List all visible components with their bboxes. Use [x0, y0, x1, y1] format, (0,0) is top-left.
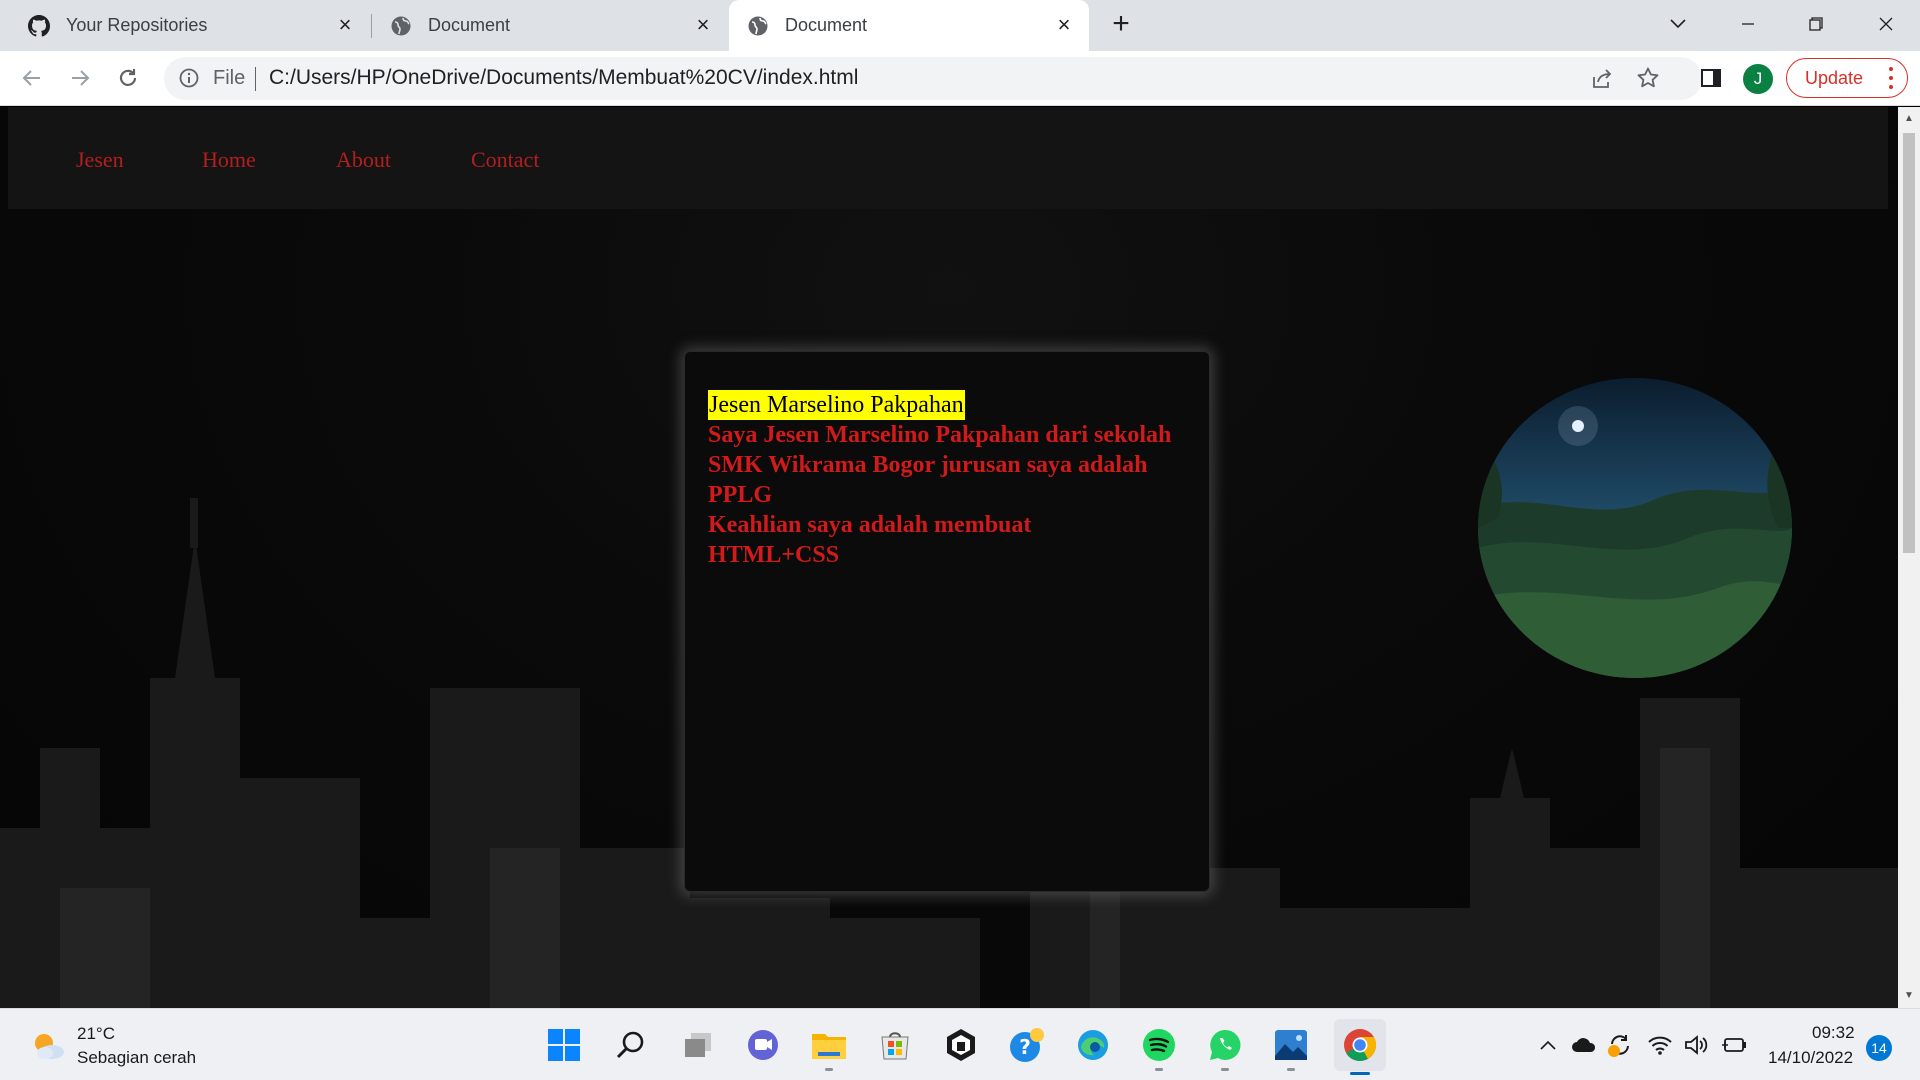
notification-badge[interactable]: 14	[1866, 1035, 1892, 1061]
close-tab-icon[interactable]: ×	[334, 14, 356, 36]
show-hidden-icons-icon[interactable]	[1534, 1031, 1562, 1059]
taskbar: 21°C Sebagian cerah ? 09:32 14/10/2022 1…	[0, 1008, 1920, 1080]
profile-name: Jesen Marselino Pakpahan	[708, 390, 965, 420]
page-viewport: Jesen Home About Contact Jesen Marselino…	[0, 107, 1898, 1008]
close-tab-icon[interactable]: ×	[692, 14, 714, 36]
running-indicator	[1350, 1072, 1370, 1075]
nav-link-contact[interactable]: Contact	[471, 147, 539, 173]
tab-strip: Your Repositories × Document × Document …	[0, 0, 1920, 51]
running-indicator	[1221, 1068, 1229, 1071]
running-indicator	[825, 1068, 833, 1071]
start-icon[interactable]	[542, 1023, 586, 1067]
tab-title: Document	[785, 15, 868, 35]
edge-icon[interactable]	[1071, 1023, 1115, 1067]
restore-icon[interactable]	[1800, 8, 1832, 40]
forward-icon[interactable]	[64, 62, 96, 94]
chrome-icon[interactable]	[1334, 1019, 1386, 1075]
task-view-icon[interactable]	[676, 1023, 720, 1067]
clock-time[interactable]: 09:32	[1812, 1023, 1855, 1043]
onedrive-icon[interactable]	[1570, 1031, 1598, 1059]
profile-card: Jesen Marselino Pakpahan Saya Jesen Mars…	[684, 351, 1210, 892]
reload-icon[interactable]	[112, 62, 144, 94]
back-icon[interactable]	[16, 62, 48, 94]
update-button[interactable]: Update	[1786, 58, 1908, 98]
weather-description[interactable]: Sebagian cerah	[77, 1048, 196, 1068]
new-tab-button[interactable]: +	[1106, 9, 1136, 40]
nav-link-home[interactable]: Home	[202, 147, 256, 173]
clock-date[interactable]: 14/10/2022	[1768, 1048, 1853, 1068]
profile-text: Saya Jesen Marselino Pakpahan dari sekol…	[708, 420, 1198, 570]
tab-document-active[interactable]: Document ×	[729, 0, 1089, 51]
side-panel-icon[interactable]	[1695, 62, 1727, 94]
globe-icon	[390, 15, 412, 37]
profile-description: Saya Jesen Marselino Pakpahan dari sekol…	[708, 422, 1172, 508]
running-indicator	[1287, 1068, 1295, 1071]
weather-icon[interactable]	[30, 1031, 66, 1061]
tab-title: Your Repositories	[66, 15, 208, 35]
scroll-thumb[interactable]	[1903, 133, 1915, 553]
app-icon[interactable]	[939, 1023, 983, 1067]
weather-temperature[interactable]: 21°C	[77, 1024, 115, 1044]
site-navbar: Jesen Home About Contact	[8, 107, 1888, 209]
nav-link-about[interactable]: About	[336, 147, 391, 173]
browser-toolbar: File C:/Users/HP/OneDrive/Documents/Memb…	[0, 51, 1920, 106]
more-menu-icon[interactable]	[1889, 67, 1893, 89]
page-scrollbar[interactable]: ▲ ▼	[1898, 107, 1920, 1008]
nav-link-jesen[interactable]: Jesen	[76, 147, 124, 173]
running-indicator	[1155, 1068, 1163, 1071]
profile-photo	[1478, 378, 1792, 678]
globe-icon	[747, 15, 769, 37]
tab-your-repositories[interactable]: Your Repositories ×	[0, 0, 370, 51]
address-scheme: File	[213, 67, 246, 89]
tab-document[interactable]: Document ×	[372, 0, 728, 51]
spotify-icon[interactable]	[1137, 1023, 1181, 1071]
sync-icon[interactable]	[1606, 1031, 1634, 1059]
help-icon[interactable]: ?	[1005, 1023, 1049, 1067]
tab-title: Document	[428, 15, 511, 35]
close-window-icon[interactable]	[1870, 8, 1902, 40]
address-url[interactable]: C:/Users/HP/OneDrive/Documents/Membuat%2…	[269, 66, 858, 90]
volume-icon[interactable]	[1682, 1031, 1710, 1059]
search-icon[interactable]	[609, 1023, 653, 1067]
scroll-up-icon[interactable]: ▲	[1903, 113, 1915, 125]
profile-skills: Keahlian saya adalah membuat HTML+CSS	[708, 512, 1032, 568]
profile-avatar[interactable]: J	[1743, 64, 1773, 94]
teams-chat-icon[interactable]	[741, 1023, 785, 1067]
svg-text:?: ?	[1019, 1035, 1031, 1059]
update-label: Update	[1805, 67, 1864, 88]
site-info-icon[interactable]	[178, 67, 200, 89]
file-explorer-icon[interactable]	[807, 1023, 851, 1071]
share-icon[interactable]	[1590, 67, 1614, 96]
address-bar[interactable]: File C:/Users/HP/OneDrive/Documents/Memb…	[164, 57, 1702, 100]
microsoft-store-icon[interactable]	[873, 1023, 917, 1067]
bookmark-star-icon[interactable]	[1636, 66, 1660, 95]
scroll-down-icon[interactable]: ▼	[1903, 990, 1915, 1002]
battery-icon[interactable]	[1720, 1031, 1748, 1059]
whatsapp-icon[interactable]	[1203, 1023, 1247, 1071]
wifi-icon[interactable]	[1646, 1031, 1674, 1059]
photos-icon[interactable]	[1269, 1023, 1313, 1071]
address-divider	[255, 67, 256, 91]
minimize-icon[interactable]	[1732, 8, 1764, 40]
github-icon	[28, 14, 50, 37]
close-tab-icon[interactable]: ×	[1053, 14, 1075, 36]
tab-search-icon[interactable]	[1662, 8, 1694, 40]
